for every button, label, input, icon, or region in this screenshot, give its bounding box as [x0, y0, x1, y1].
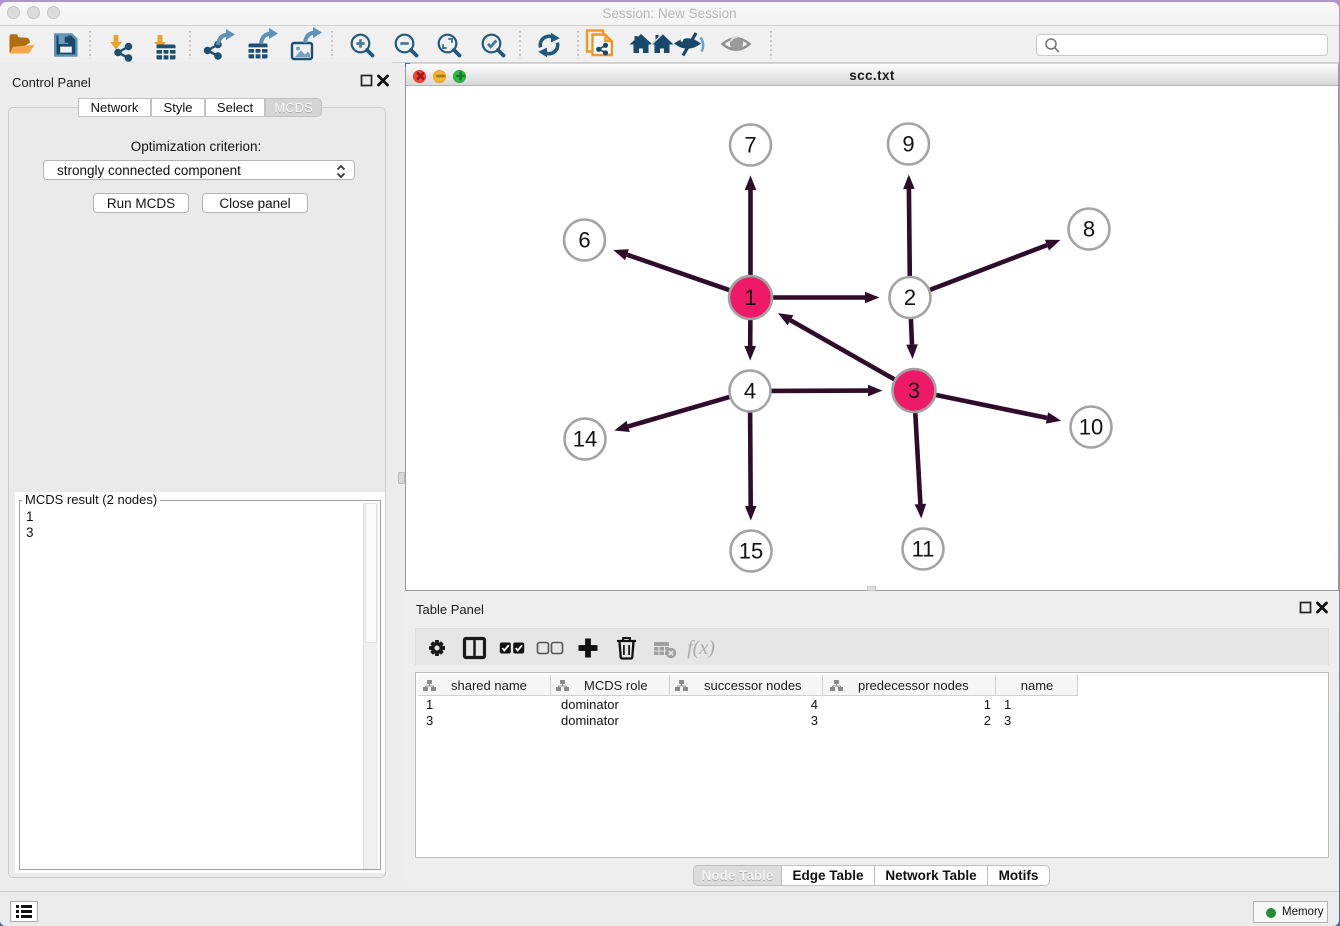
svg-text:shared name: shared name [451, 678, 527, 693]
svg-text:4: 4 [811, 697, 818, 712]
svg-text:1: 1 [984, 697, 991, 712]
svg-text:10: 10 [1079, 415, 1103, 440]
svg-text:2: 2 [984, 713, 991, 728]
svg-text:14: 14 [573, 427, 597, 452]
svg-text:1: 1 [744, 285, 756, 310]
svg-text:successor nodes: successor nodes [704, 678, 802, 693]
svg-text:dominator: dominator [561, 713, 619, 728]
svg-text:9: 9 [902, 132, 914, 157]
svg-text:MCDS role: MCDS role [584, 678, 648, 693]
svg-text:dominator: dominator [561, 697, 619, 712]
svg-text:7: 7 [744, 133, 756, 158]
svg-text:4: 4 [744, 379, 756, 404]
svg-text:6: 6 [578, 228, 590, 253]
svg-text:3: 3 [908, 378, 920, 403]
svg-text:f(x): f(x) [687, 637, 715, 659]
svg-text:predecessor nodes: predecessor nodes [858, 678, 969, 693]
svg-text:3: 3 [811, 713, 818, 728]
svg-text:8: 8 [1083, 217, 1095, 242]
svg-text:3: 3 [426, 713, 433, 728]
svg-text:11: 11 [912, 537, 935, 562]
svg-text:15: 15 [739, 539, 763, 564]
svg-text:1: 1 [426, 697, 433, 712]
svg-text:2: 2 [904, 285, 916, 310]
svg-text:3: 3 [1004, 713, 1011, 728]
svg-text:1: 1 [1004, 697, 1011, 712]
svg-text:name: name [1021, 678, 1054, 693]
